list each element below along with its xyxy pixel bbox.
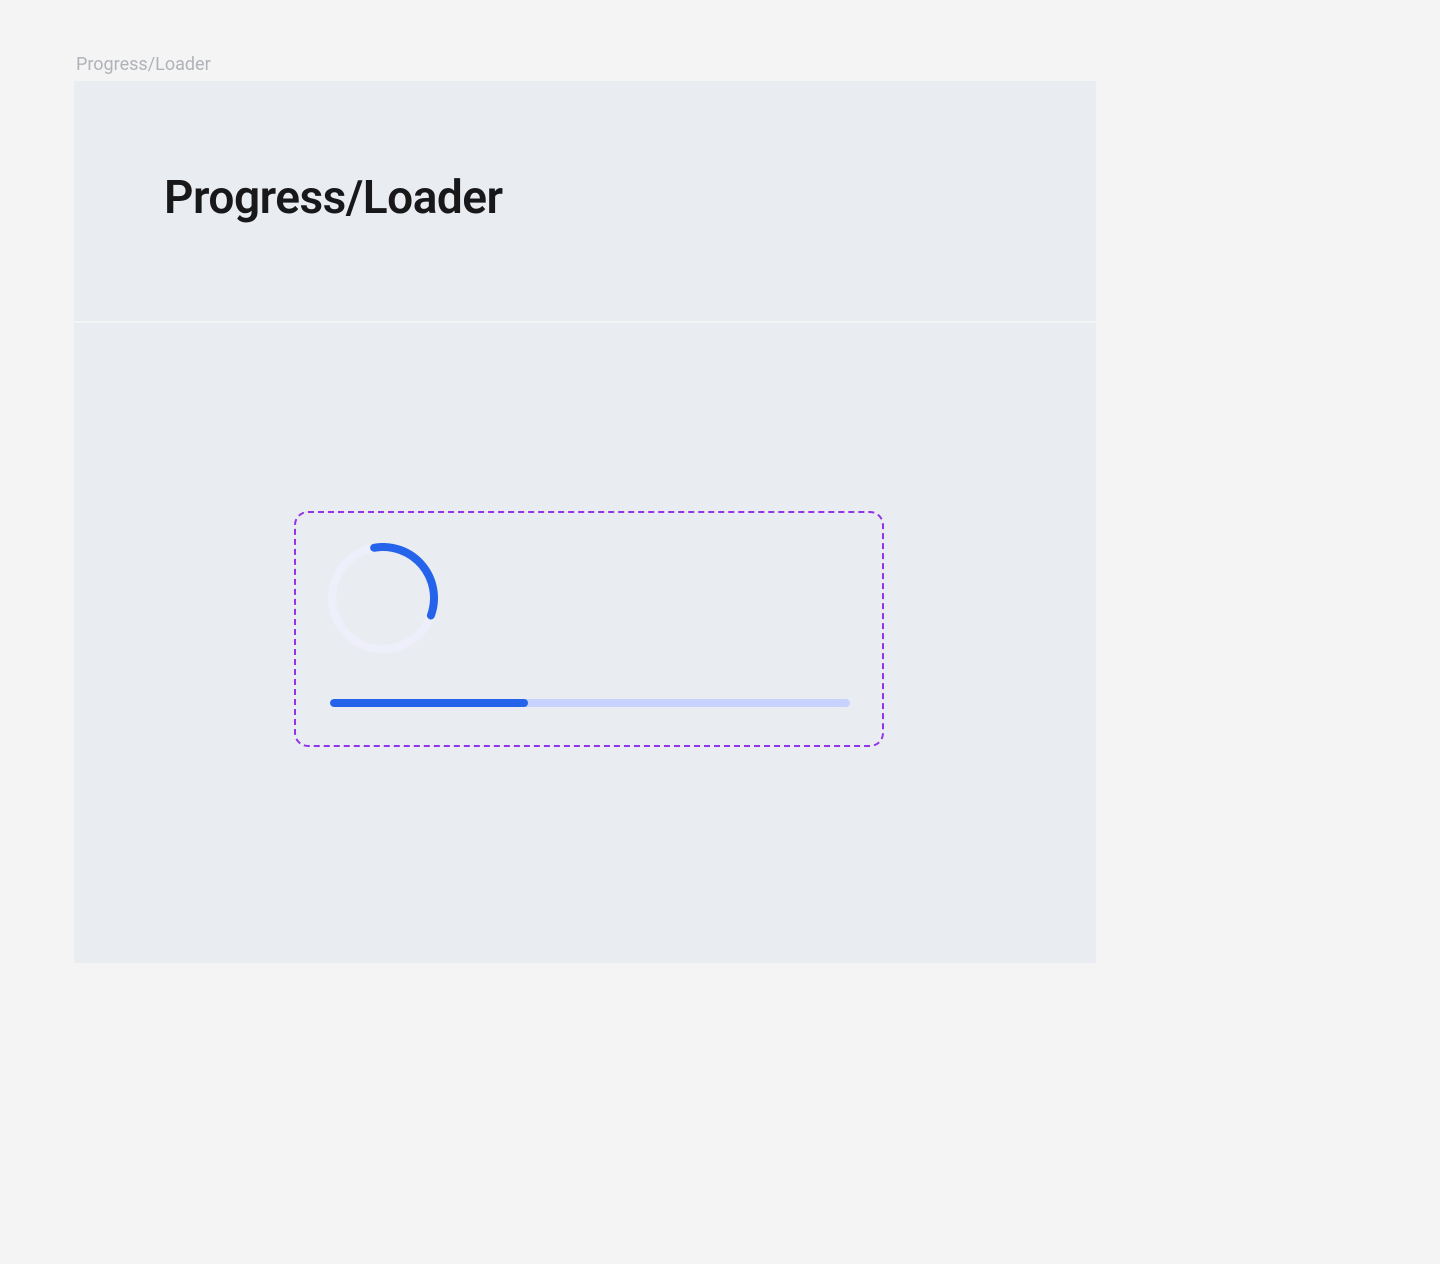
page-title: Progress/Loader [164,171,1006,225]
component-frame [294,511,884,747]
spinner-arc-icon [328,543,438,653]
breadcrumb: Progress/Loader [76,54,1366,75]
spinner-loader [328,543,438,653]
canvas-panel [74,323,1096,963]
progress-bar-fill [330,699,528,707]
progress-bar [330,699,850,707]
header-panel: Progress/Loader [74,81,1096,321]
